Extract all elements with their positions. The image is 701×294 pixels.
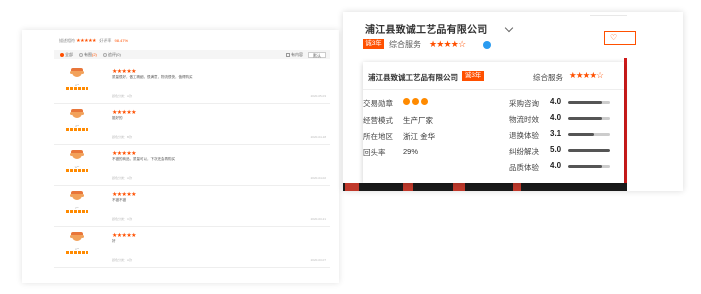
- good-rate-value: 98.47%: [114, 38, 129, 43]
- review-text: 不错不错: [112, 198, 126, 202]
- review-date: 2020-03-07: [310, 258, 326, 262]
- metric-value: 4.0: [550, 113, 562, 122]
- metric-label: 退换体验: [509, 131, 539, 140]
- info-label: 经营模式: [363, 116, 393, 125]
- avatar: [68, 68, 86, 82]
- popup-rating-label: 综合服务: [533, 73, 563, 82]
- info-value: 浙江 金华: [403, 132, 436, 141]
- heart-icon: ♡: [610, 33, 618, 42]
- info-label: 回头率: [363, 148, 386, 157]
- metric-bar: [568, 133, 610, 136]
- rating-stars: ★★★★☆: [429, 39, 466, 49]
- summary-label: 描述相符: [59, 38, 75, 43]
- member-level-icon: [66, 251, 88, 254]
- popup-shop-name: 浦江县致诚工艺品有限公司: [368, 73, 458, 82]
- metric-bar-fill: [568, 117, 602, 120]
- radio-icon: [102, 52, 107, 57]
- review-item: t** ★★★★★ 不错不错 颜色分类：C款 2020-03-21: [54, 187, 330, 227]
- info-value: 生产厂家: [403, 116, 433, 125]
- show-content-checkbox[interactable]: 有内容: [286, 52, 303, 58]
- avatar: [68, 191, 86, 205]
- review-date: 2020-05-03: [310, 94, 326, 98]
- metric-bar-fill: [568, 165, 602, 168]
- review-text: 不错的商品，质量可以，下次还会再购买: [112, 157, 175, 161]
- avatar: [68, 150, 86, 164]
- review-sku: 颜色分类：A款: [112, 258, 133, 262]
- review-sku: 颜色分类：A款: [112, 176, 133, 180]
- review-text: 好: [112, 239, 116, 243]
- divider: [590, 15, 627, 16]
- sort-select[interactable]: 默认: [308, 51, 326, 58]
- member-level-icon: [66, 169, 88, 172]
- review-sku: 颜色分类：B款: [112, 135, 133, 139]
- metric-bar-fill: [568, 101, 602, 104]
- review-stars: ★★★★★: [112, 69, 137, 75]
- medal-icon: [403, 98, 410, 105]
- filter-append[interactable]: 追评(0): [102, 52, 121, 58]
- member-level-icon: [66, 128, 88, 131]
- review-item: d** ★★★★★ 挺好的 颜色分类：B款 2020-04-18: [54, 105, 330, 145]
- avatar: [68, 232, 86, 246]
- review-text: 挺好的: [112, 116, 123, 120]
- avatar: [68, 109, 86, 123]
- metric-value: 3.1: [550, 129, 562, 138]
- info-label: 所在地区: [363, 132, 393, 141]
- review-date: 2020-03-21: [310, 217, 326, 221]
- review-date: 2020-04-02: [310, 176, 326, 180]
- metric-label: 物流时效: [509, 115, 539, 124]
- info-value: 29%: [403, 147, 419, 156]
- review-stars: ★★★★★: [112, 192, 137, 198]
- shop-info-popup: 浦江县致诚工艺品有限公司 诚3年 综合服务 ★★★★☆ 交易勋章 经营模式 生产…: [363, 62, 624, 183]
- summary-stars: ★★★★★: [76, 38, 97, 44]
- review-item: w** ★★★★★ 不错的商品，质量可以，下次还会再购买 颜色分类：A款 2020-04…: [54, 146, 330, 186]
- metric-bar: [568, 149, 610, 152]
- good-rate-label: 好评率: [99, 38, 112, 43]
- chevron-down-icon[interactable]: [504, 23, 514, 33]
- radio-icon: [60, 52, 64, 57]
- medal-icons: [403, 98, 428, 105]
- metric-label: 品质体验: [509, 163, 539, 172]
- review-item: a** ★★★★★ 质量很好，做工精细，很满意，物流很快，值得购买 颜色分类：A款 20…: [54, 64, 330, 104]
- review-sku: 颜色分类：A款: [112, 94, 133, 98]
- member-level-icon: [66, 87, 88, 90]
- checkbox-icon: [286, 52, 290, 57]
- metric-bar-fill: [568, 133, 595, 136]
- reviews-panel: 描述相符 ★★★★★ 好评率 98.47% 全部 有图(2) 追评(0) 有内容…: [22, 30, 339, 283]
- info-label: 交易勋章: [363, 99, 393, 108]
- member-level-icon: [66, 210, 88, 213]
- metric-bar: [568, 165, 610, 168]
- radio-icon: [79, 52, 83, 57]
- review-filter-bar: 全部 有图(2) 追评(0) 有内容 默认: [54, 50, 330, 59]
- verified-diamond-icon: [483, 41, 491, 49]
- year-badge: 诚3年: [363, 39, 384, 49]
- divider: [363, 89, 624, 90]
- background-banner-edge: [624, 58, 627, 183]
- metric-bar: [568, 101, 610, 104]
- metric-label: 采购咨询: [509, 99, 539, 108]
- filter-all[interactable]: 全部: [60, 52, 73, 58]
- review-stars: ★★★★★: [112, 151, 137, 157]
- popup-year-badge: 诚3年: [462, 71, 484, 81]
- metric-value: 4.0: [550, 97, 562, 106]
- rating-label: 综合服务: [389, 40, 421, 49]
- rating-summary: 描述相符 ★★★★★ 好评率 98.47%: [59, 38, 128, 44]
- medal-icon: [412, 98, 419, 105]
- review-sku: 颜色分类：C款: [112, 217, 133, 221]
- favorite-button[interactable]: ♡: [604, 31, 636, 45]
- review-item: s** ★★★★★ 好颜色分类：A款 2020-03-07: [54, 228, 330, 268]
- medal-icon: [421, 98, 428, 105]
- filter-with-pics[interactable]: 有图(2): [79, 52, 97, 58]
- metric-label: 纠纷解决: [509, 147, 539, 156]
- metric-value: 5.0: [550, 145, 562, 154]
- review-text: 质量很好，做工精细，很满意，物流很快，值得购买: [112, 75, 193, 79]
- metric-value: 4.0: [550, 161, 562, 170]
- review-date: 2020-04-18: [310, 135, 326, 139]
- metric-bar: [568, 117, 610, 120]
- review-stars: ★★★★★: [112, 233, 137, 239]
- popup-rating-stars: ★★★★☆: [569, 70, 604, 80]
- background-banner: [343, 183, 627, 191]
- metric-bar-fill: [568, 149, 610, 152]
- shop-name[interactable]: 浦江县致诚工艺品有限公司: [365, 21, 487, 36]
- review-stars: ★★★★★: [112, 110, 137, 116]
